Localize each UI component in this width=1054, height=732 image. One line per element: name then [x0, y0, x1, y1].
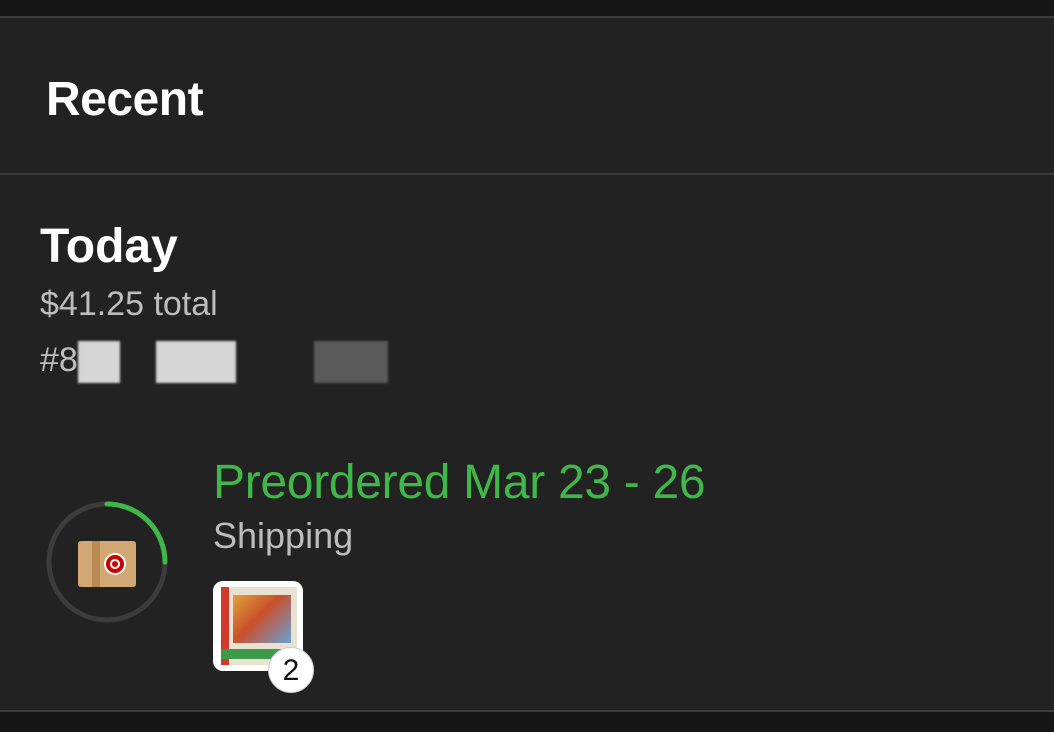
recent-header: Recent	[0, 20, 1054, 174]
order-date: Today	[40, 220, 178, 273]
order-card[interactable]: Today $41.25 total #8 Preordered Mar 23 …	[0, 175, 1054, 710]
top-bar	[0, 0, 1054, 18]
item-count-badge: 2	[268, 647, 314, 693]
redaction	[78, 341, 120, 383]
status-subtitle: Shipping	[213, 515, 354, 556]
shipment-status[interactable]: Preordered Mar 23 - 26 Shipping 2	[0, 455, 1054, 705]
redaction	[156, 341, 236, 383]
section-title: Recent	[46, 73, 204, 126]
redaction	[314, 341, 388, 383]
order-total: $41.25 total	[40, 285, 218, 323]
target-package-icon	[78, 541, 136, 587]
status-title: Preordered Mar 23 - 26	[213, 456, 706, 509]
bottom-bar	[0, 712, 1054, 732]
